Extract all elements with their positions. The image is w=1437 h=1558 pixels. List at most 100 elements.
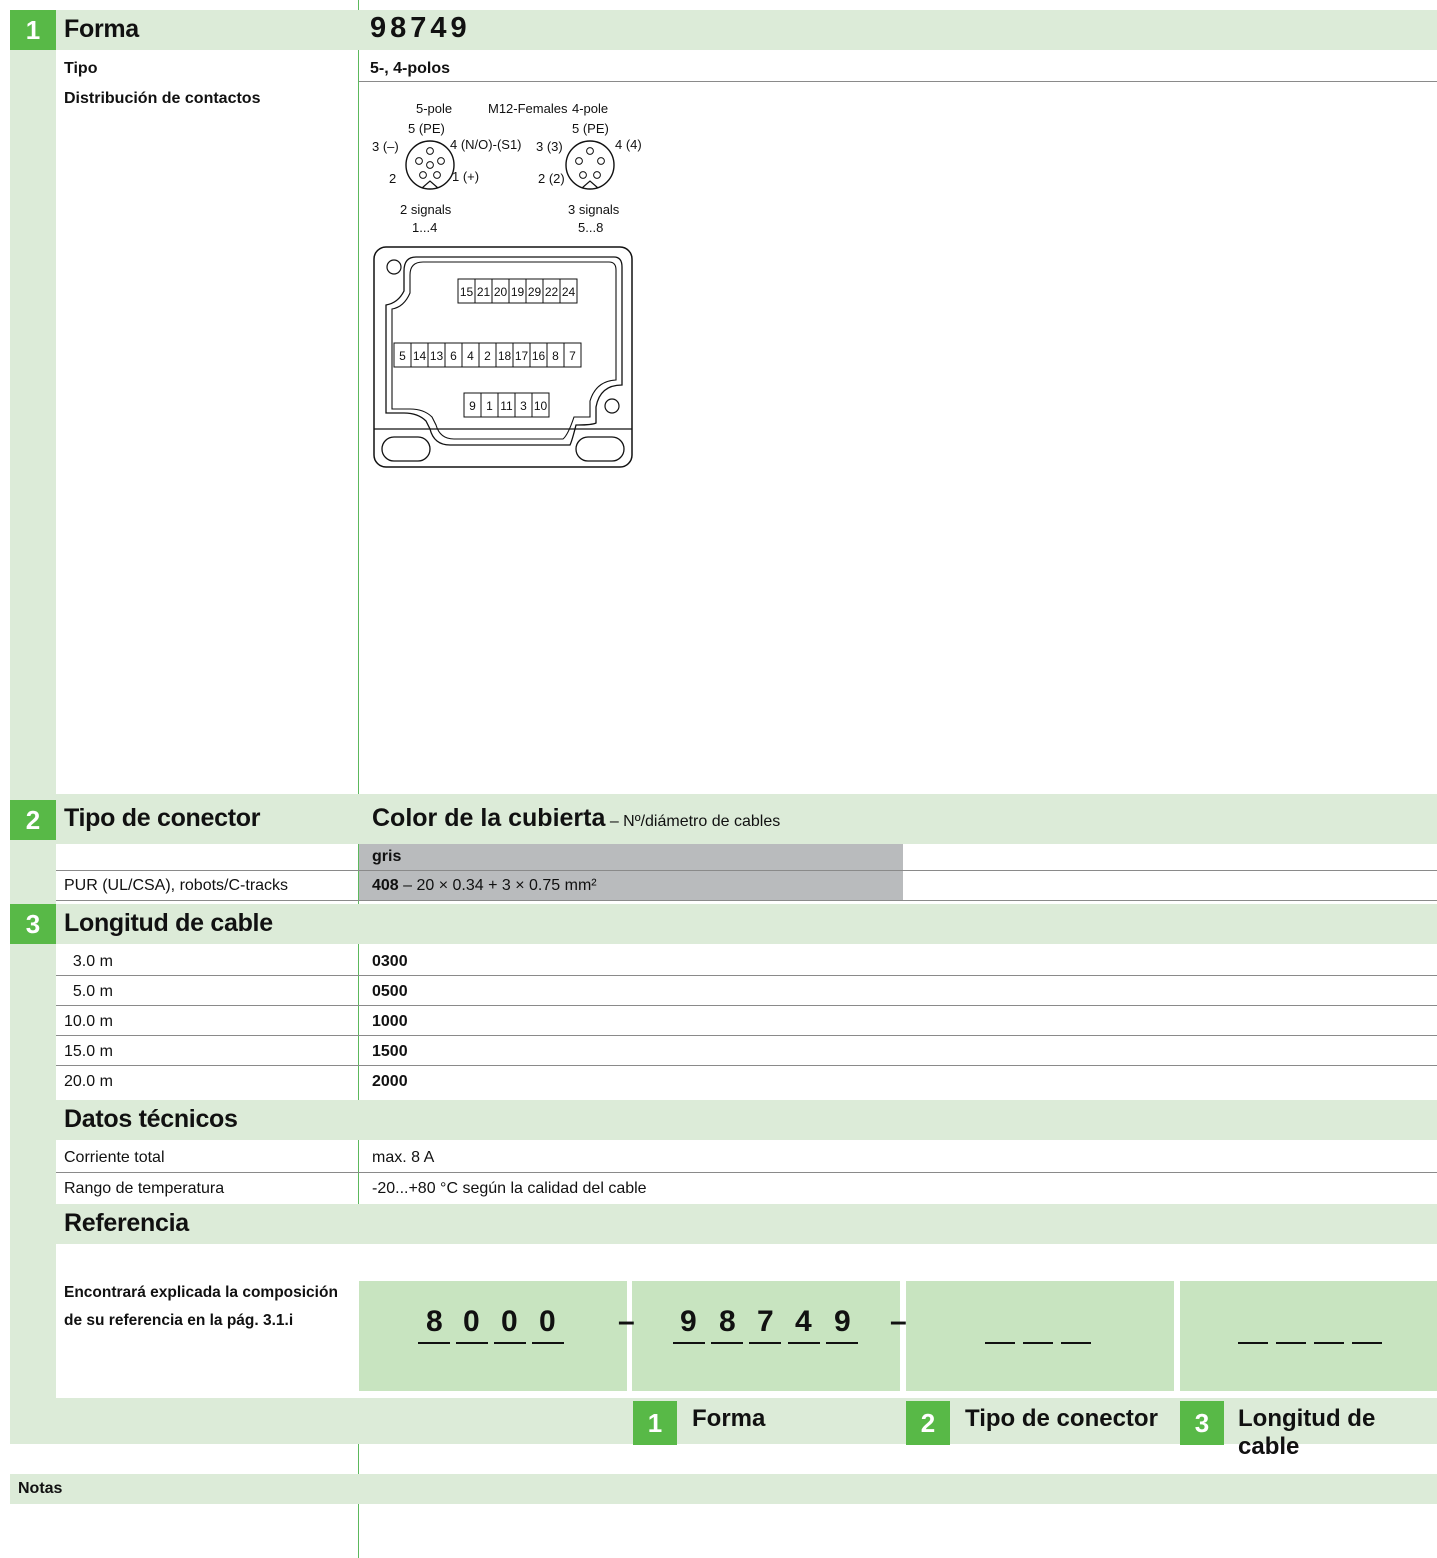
p5-br: 1 (+)	[452, 169, 479, 184]
prefix-digit-2: 0	[501, 1305, 518, 1338]
code-box-longitud	[1180, 1281, 1437, 1391]
terminal-number: 8	[552, 349, 559, 363]
longitud-blank-2[interactable]	[1314, 1342, 1344, 1344]
referencia-title: Referencia	[64, 1209, 189, 1237]
divider	[359, 81, 1437, 82]
length-code-2: 1000	[372, 1013, 408, 1030]
product-code: 98749	[370, 12, 471, 44]
section2-title: Tipo de conector	[64, 804, 261, 832]
p4-left: 3 (3)	[536, 139, 563, 154]
longitud-blank-0[interactable]	[1238, 1342, 1268, 1344]
legend-number-2: 2	[906, 1401, 950, 1445]
forma-digit-1: 8	[719, 1305, 736, 1338]
color-title: Color de la cubierta	[372, 804, 606, 832]
contact-layout-diagram: 5-pole M12-Females 4-pole 5 (PE) 3 (–) 4…	[372, 101, 642, 468]
divider	[56, 1035, 1437, 1036]
forma-digit-2: 7	[757, 1305, 774, 1338]
terminal-number: 19	[511, 285, 525, 299]
color-heading: Color de la cubierta – Nº/diámetro de ca…	[372, 804, 780, 833]
terminal-number: 9	[469, 399, 476, 413]
p4-bl: 2 (2)	[538, 171, 565, 186]
length-code-0: 0300	[372, 953, 408, 970]
terminal-number: 13	[430, 349, 444, 363]
code-box-conector	[906, 1281, 1174, 1391]
length-row-1: 5.0 m	[64, 983, 113, 1000]
length-code-1: 0500	[372, 983, 408, 1000]
terminal-number: 5	[399, 349, 406, 363]
code-dash-1: –	[618, 1305, 635, 1338]
connector-5pole-icon	[405, 140, 455, 190]
section2-number: 2	[10, 800, 56, 840]
cable-spec: 408 – 20 × 0.34 + 3 × 0.75 mm²	[372, 877, 597, 894]
terminal-number: 2	[484, 349, 491, 363]
label-5pole: 5-pole	[416, 101, 452, 116]
p4-signals: 3 signals	[568, 202, 620, 217]
legend-number-1: 1	[633, 1401, 677, 1445]
length-row-0: 3.0 m	[64, 953, 113, 970]
divider	[56, 1065, 1437, 1066]
section1-header-band	[10, 10, 1437, 50]
label-m12: M12-Females	[488, 101, 568, 116]
forma-digit-0: 9	[680, 1305, 697, 1338]
notas-label: Notas	[18, 1480, 63, 1497]
conector-blank-1[interactable]	[1023, 1342, 1053, 1344]
code-dash-2: –	[890, 1305, 907, 1338]
terminal-number: 4	[467, 349, 474, 363]
p4-right: 4 (4)	[615, 137, 642, 152]
referencia-header-band	[10, 1204, 1437, 1244]
terminal-number: 24	[562, 285, 576, 299]
terminal-number: 18	[498, 349, 512, 363]
terminal-number: 3	[520, 399, 527, 413]
datos-title: Datos técnicos	[64, 1105, 238, 1133]
forma-digit-3: 4	[795, 1305, 812, 1338]
terminal-number: 14	[413, 349, 427, 363]
longitud-blank-1[interactable]	[1276, 1342, 1306, 1344]
code-box-prefix	[359, 1281, 627, 1391]
contactos-label: Distribución de contactos	[64, 90, 261, 107]
terminal-number: 10	[534, 399, 548, 413]
longitud-blank-3[interactable]	[1352, 1342, 1382, 1344]
prefix-digit-1: 0	[463, 1305, 480, 1338]
prefix-digit-0: 8	[426, 1305, 443, 1338]
datos-label-0: Corriente total	[64, 1149, 165, 1166]
prefix-digit-3: 0	[539, 1305, 556, 1338]
section1-title: Forma	[64, 15, 139, 43]
p4-top: 5 (PE)	[572, 121, 609, 136]
section1-side-column	[10, 50, 56, 794]
label-4pole: 4-pole	[572, 101, 608, 116]
divider	[56, 900, 1437, 901]
length-code-3: 1500	[372, 1043, 408, 1060]
p5-top: 5 (PE)	[408, 121, 445, 136]
terminal-number: 1	[486, 399, 493, 413]
referencia-note-line2: de su referencia en la pág. 3.1.i	[64, 1312, 294, 1329]
legend-label-2: Tipo de conector	[965, 1405, 1158, 1432]
p5-right: 4 (N/O)-(S1)	[450, 137, 522, 152]
divider	[56, 975, 1437, 976]
terminal-number: 21	[477, 285, 491, 299]
cable-label: PUR (UL/CSA), robots/C-tracks	[64, 877, 289, 894]
p5-left: 3 (–)	[372, 139, 399, 154]
section3-number: 3	[10, 904, 56, 944]
conector-blank-0[interactable]	[985, 1342, 1015, 1344]
p5-bl: 2	[389, 171, 396, 186]
datos-value-1: -20...+80 °C según la calidad del cable	[372, 1180, 647, 1197]
terminal-number: 7	[569, 349, 576, 363]
length-row-3: 15.0 m	[64, 1043, 113, 1060]
terminal-number: 22	[545, 285, 559, 299]
connector-4pole-icon	[565, 140, 615, 190]
tipo-value: 5-, 4-polos	[370, 60, 451, 77]
forma-digit-4: 9	[834, 1305, 851, 1338]
legend-number-3: 3	[1180, 1401, 1224, 1445]
datos-label-1: Rango de temperatura	[64, 1180, 225, 1197]
terminal-number: 11	[500, 399, 513, 413]
divider	[56, 870, 1437, 871]
length-row-2: 10.0 m	[64, 1013, 113, 1030]
length-code-4: 2000	[372, 1073, 408, 1090]
p5-range: 1...4	[412, 220, 437, 235]
conector-blank-2[interactable]	[1061, 1342, 1091, 1344]
p5-signals: 2 signals	[400, 202, 452, 217]
referencia-note-line1: Encontrará explicada la composición	[64, 1284, 338, 1301]
terminal-number: 16	[532, 349, 546, 363]
divider	[56, 1005, 1437, 1006]
legend-label-1: Forma	[692, 1405, 766, 1432]
